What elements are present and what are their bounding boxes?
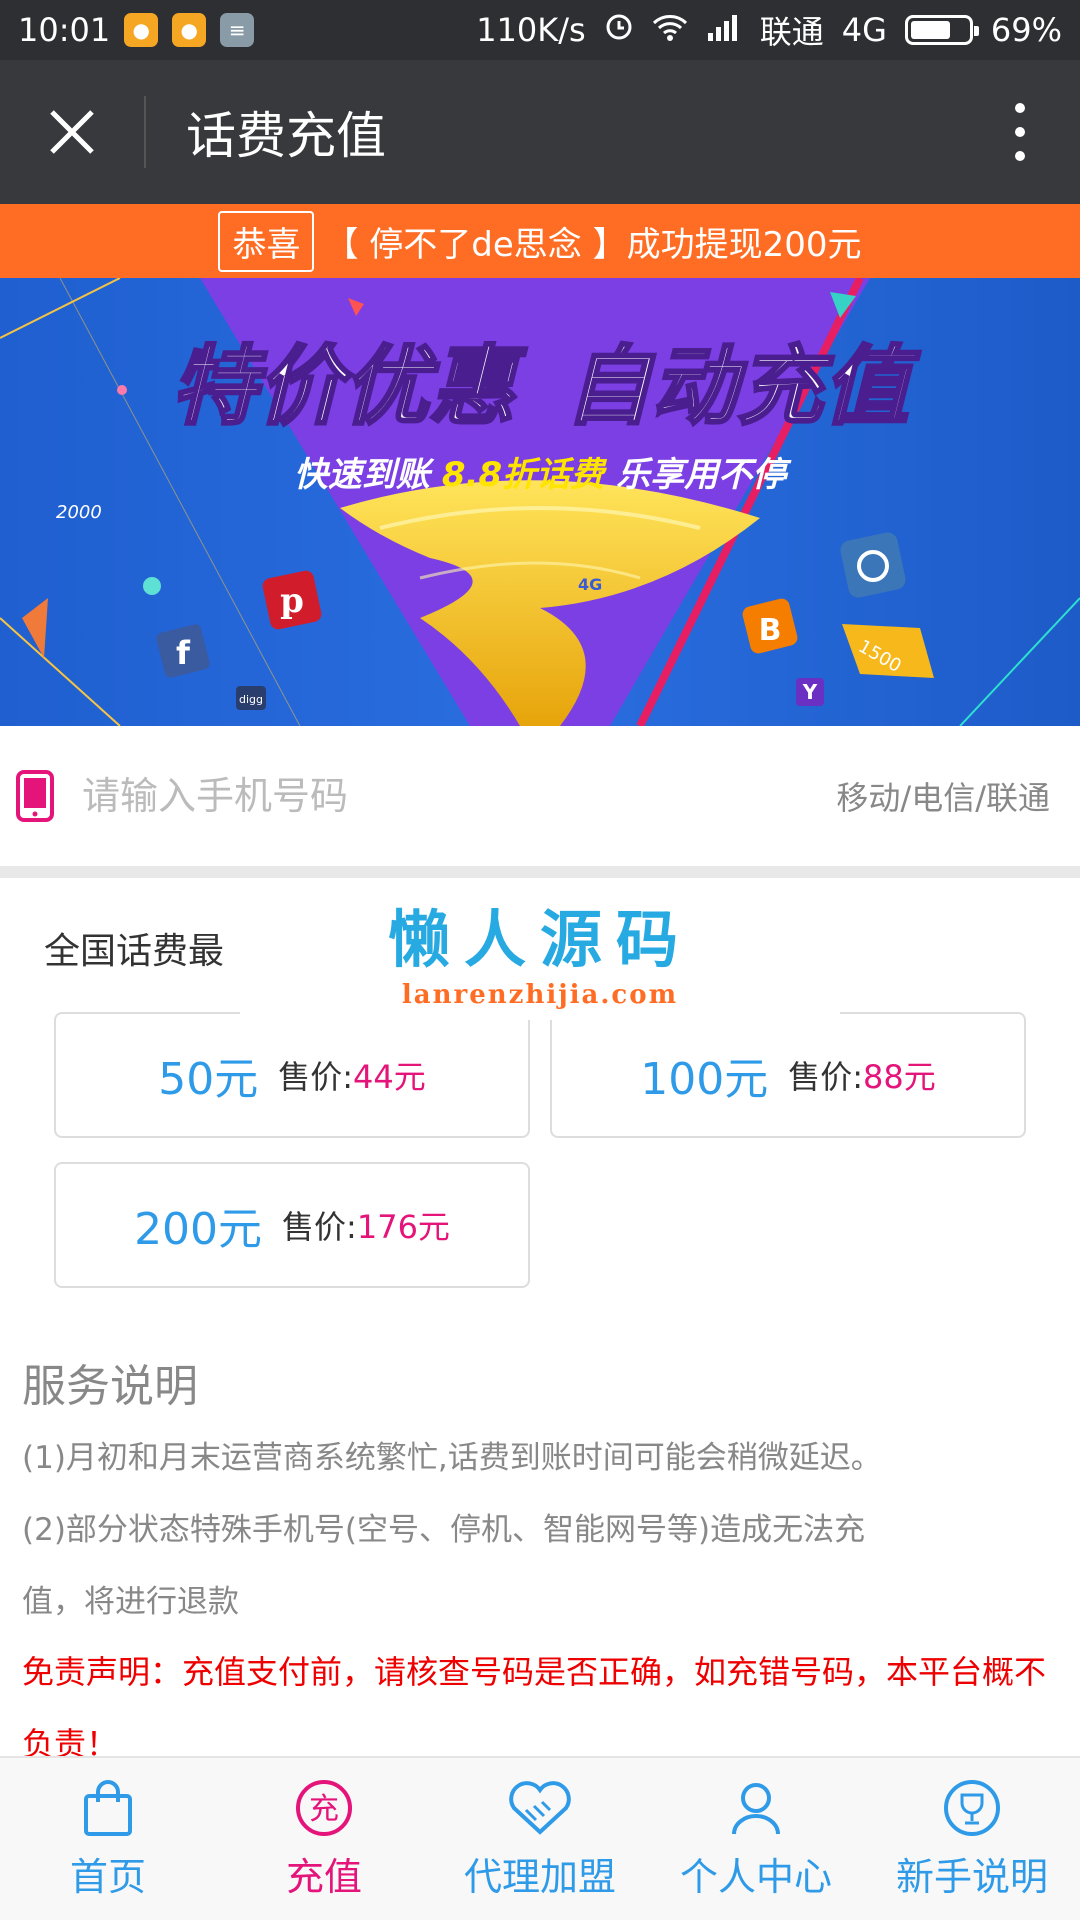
- carrier-name: 联通: [759, 13, 824, 51]
- trophy-icon: [944, 1779, 1000, 1836]
- service-item-2b: 值，将进行退款: [22, 1584, 239, 1620]
- phone-input-row: 移动/电信/联通: [0, 726, 1080, 866]
- tab-label: 首页: [69, 1854, 146, 1899]
- page-title: 话费充值: [186, 107, 386, 165]
- product-face-value: 100元: [640, 1054, 769, 1105]
- product-card-200[interactable]: 200元 售价: 176元: [54, 1162, 530, 1288]
- service-title: 服务说明: [22, 1361, 198, 1412]
- shopping-bag-icon: [84, 1779, 132, 1836]
- digg-icon: digg: [236, 686, 266, 710]
- section-title: 全国话费最: [44, 931, 225, 972]
- network-speed: 110K/s: [476, 11, 586, 49]
- yahoo-icon: Y: [796, 678, 824, 706]
- tab-label: 个人中心: [679, 1854, 832, 1899]
- handshake-icon: [509, 1780, 571, 1835]
- more-menu-button[interactable]: [960, 60, 1080, 204]
- decor-dot: [143, 577, 161, 595]
- banner-tag-4g: 4G: [578, 575, 602, 594]
- recharge-icon: 充: [296, 1779, 352, 1836]
- tab-label: 充值: [285, 1854, 362, 1899]
- price-label: 售价:: [282, 1208, 357, 1246]
- close-button[interactable]: [0, 60, 144, 204]
- product-card-50[interactable]: 50元 售价: 44元: [54, 1012, 530, 1138]
- phone-number-input[interactable]: [82, 774, 837, 818]
- user-icon: [732, 1782, 780, 1834]
- svg-text:B: B: [759, 613, 782, 648]
- svg-text:f: f: [176, 634, 191, 672]
- banner-artwork: 特价优惠 自动充值 快速到账 8.8折话费 乐享用不停 2000 p f digg B…: [0, 278, 1080, 726]
- tab-label: 新手说明: [895, 1854, 1048, 1899]
- tab-agent[interactable]: 代理加盟: [432, 1758, 648, 1920]
- decor-dot: [117, 385, 127, 395]
- notification-app-icon: ●: [124, 13, 159, 47]
- product-card-100[interactable]: 100元 售价: 88元: [550, 1012, 1026, 1138]
- tab-home[interactable]: 首页: [0, 1758, 216, 1920]
- product-price: 88元: [863, 1058, 936, 1096]
- status-bar: 10:01 ● ● ≡ 110K/s 联通 4G 69%: [0, 0, 1080, 60]
- network-type: 4G: [841, 11, 887, 49]
- svg-text:充: 充: [309, 1792, 339, 1827]
- product-face-value: 200元: [134, 1204, 263, 1255]
- carrier-hint: 移动/电信/联通: [836, 779, 1050, 817]
- banner-tag-2000: 2000: [56, 502, 102, 523]
- product-face-value: 50元: [158, 1054, 259, 1105]
- banner-subtitle: 快速到账 8.8折话费 乐享用不停: [294, 455, 792, 495]
- notice-bar: 恭喜 【 停不了de思念 】成功提现200元: [0, 204, 1080, 278]
- tab-label: 代理加盟: [463, 1854, 616, 1899]
- pinterest-icon: p: [262, 570, 322, 630]
- price-label: 售价:: [278, 1058, 354, 1096]
- battery-fill: [910, 21, 950, 39]
- close-icon: [50, 110, 94, 154]
- service-item-1: (1)月初和月末运营商系统繁忙,话费到账时间可能会稍微延迟。: [22, 1440, 882, 1476]
- product-price: 44元: [353, 1058, 426, 1096]
- tab-guide[interactable]: 新手说明: [864, 1758, 1080, 1920]
- disclaimer-text: 免责声明：充值支付前，请核查号码是否正确，如充错号码，本平台概不负责！: [22, 1653, 1047, 1756]
- bottom-tab-bar: 首页 充 充值 代理加盟 个人中心 新手说明: [0, 1756, 1080, 1920]
- tab-profile[interactable]: 个人中心: [648, 1758, 864, 1920]
- signal-icon: [706, 11, 742, 49]
- watermark-en: lanrenzhijia.com: [401, 980, 679, 1010]
- wifi-icon: [652, 11, 688, 49]
- more-vertical-icon: [1015, 103, 1025, 161]
- product-price: 176元: [356, 1208, 450, 1246]
- navbar: 话费充值: [0, 60, 1080, 204]
- section-divider: [0, 866, 1080, 878]
- tab-recharge[interactable]: 充 充值: [216, 1758, 432, 1920]
- status-time: 10:01: [18, 11, 111, 49]
- service-item-2a: (2)部分状态特殊手机号(空号、停机、智能网号等)造成无法充: [22, 1512, 866, 1548]
- navbar-divider: [144, 96, 146, 168]
- watermark-logo: 懒人源码 lanrenzhijia.com: [240, 900, 840, 1020]
- svg-text:Y: Y: [802, 680, 818, 704]
- alarm-icon: [604, 11, 634, 49]
- battery-icon: [904, 15, 979, 45]
- watermark-cn: 懒人源码: [387, 903, 692, 976]
- instagram-icon: [840, 532, 906, 598]
- svg-text:p: p: [280, 581, 304, 621]
- price-label: 售价:: [788, 1058, 864, 1096]
- mobile-phone-icon: [16, 770, 54, 822]
- notification-doc-icon: ≡: [220, 13, 255, 47]
- notice-tag: 恭喜: [218, 210, 315, 272]
- notification-app-icon: ●: [172, 13, 207, 47]
- promo-banner[interactable]: 特价优惠 自动充值 快速到账 8.8折话费 乐享用不停 2000 p f digg B…: [0, 278, 1080, 726]
- notice-text: 【 停不了de思念 】成功提现200元: [324, 224, 862, 265]
- battery-percent: 69%: [990, 11, 1062, 49]
- svg-text:digg: digg: [239, 693, 263, 706]
